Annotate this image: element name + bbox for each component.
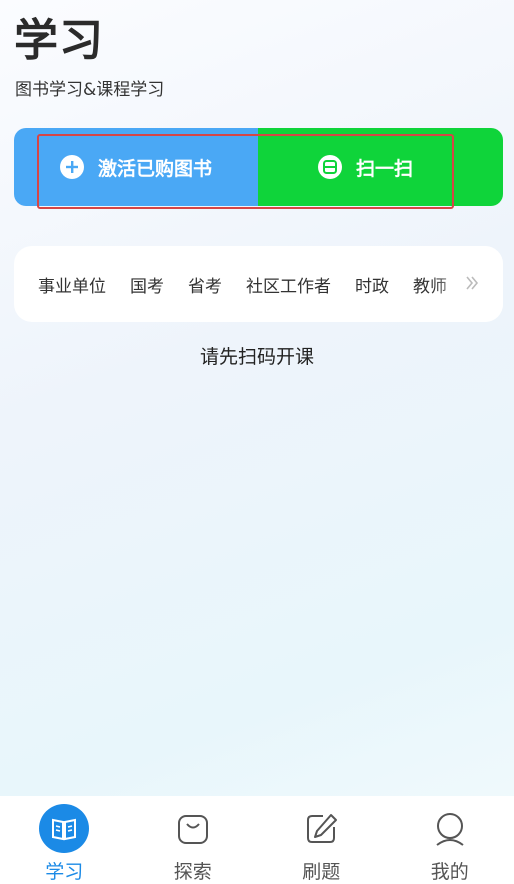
bag-icon xyxy=(168,804,218,853)
page-subtitle: 图书学习&课程学习 xyxy=(15,80,165,100)
tab-practice-label: 刷题 xyxy=(302,861,341,883)
tab-study[interactable]: 学习 xyxy=(0,796,129,884)
activate-book-label: 激活已购图书 xyxy=(97,157,212,180)
tab-explore[interactable]: 探索 xyxy=(129,796,258,884)
pencil-icon xyxy=(296,804,346,853)
empty-state-text: 请先扫码开课 xyxy=(199,346,314,368)
activate-book-button[interactable]: 激活已购图书 xyxy=(14,128,258,206)
tab-profile[interactable]: 我的 xyxy=(386,796,514,884)
tab-study-label: 学习 xyxy=(45,861,84,883)
category-item[interactable]: 省考 xyxy=(188,272,222,297)
chevron-right-icon[interactable] xyxy=(465,274,479,296)
book-icon xyxy=(39,804,90,853)
bottom-tab-bar: 学习 探索 刷题 我的 xyxy=(0,796,514,884)
user-icon xyxy=(425,804,475,853)
category-card: 事业单位 国考 省考 社区工作者 时政 教师 xyxy=(14,246,503,322)
action-bar: 激活已购图书 扫一扫 xyxy=(14,128,503,206)
category-item[interactable]: 时政 xyxy=(355,272,389,297)
category-item[interactable]: 社区工作者 xyxy=(246,272,331,297)
category-item[interactable]: 国考 xyxy=(130,272,164,297)
plus-circle-icon xyxy=(59,155,84,179)
scan-label: 扫一扫 xyxy=(355,157,413,180)
tab-practice[interactable]: 刷题 xyxy=(257,796,386,884)
category-list: 事业单位 国考 省考 社区工作者 时政 教师 xyxy=(38,246,471,322)
category-item[interactable]: 事业单位 xyxy=(38,272,106,297)
scan-icon xyxy=(317,155,342,179)
scan-button[interactable]: 扫一扫 xyxy=(258,128,503,206)
tab-profile-label: 我的 xyxy=(430,861,469,883)
page-title: 学习 xyxy=(14,15,104,66)
tab-explore-label: 探索 xyxy=(173,861,212,883)
